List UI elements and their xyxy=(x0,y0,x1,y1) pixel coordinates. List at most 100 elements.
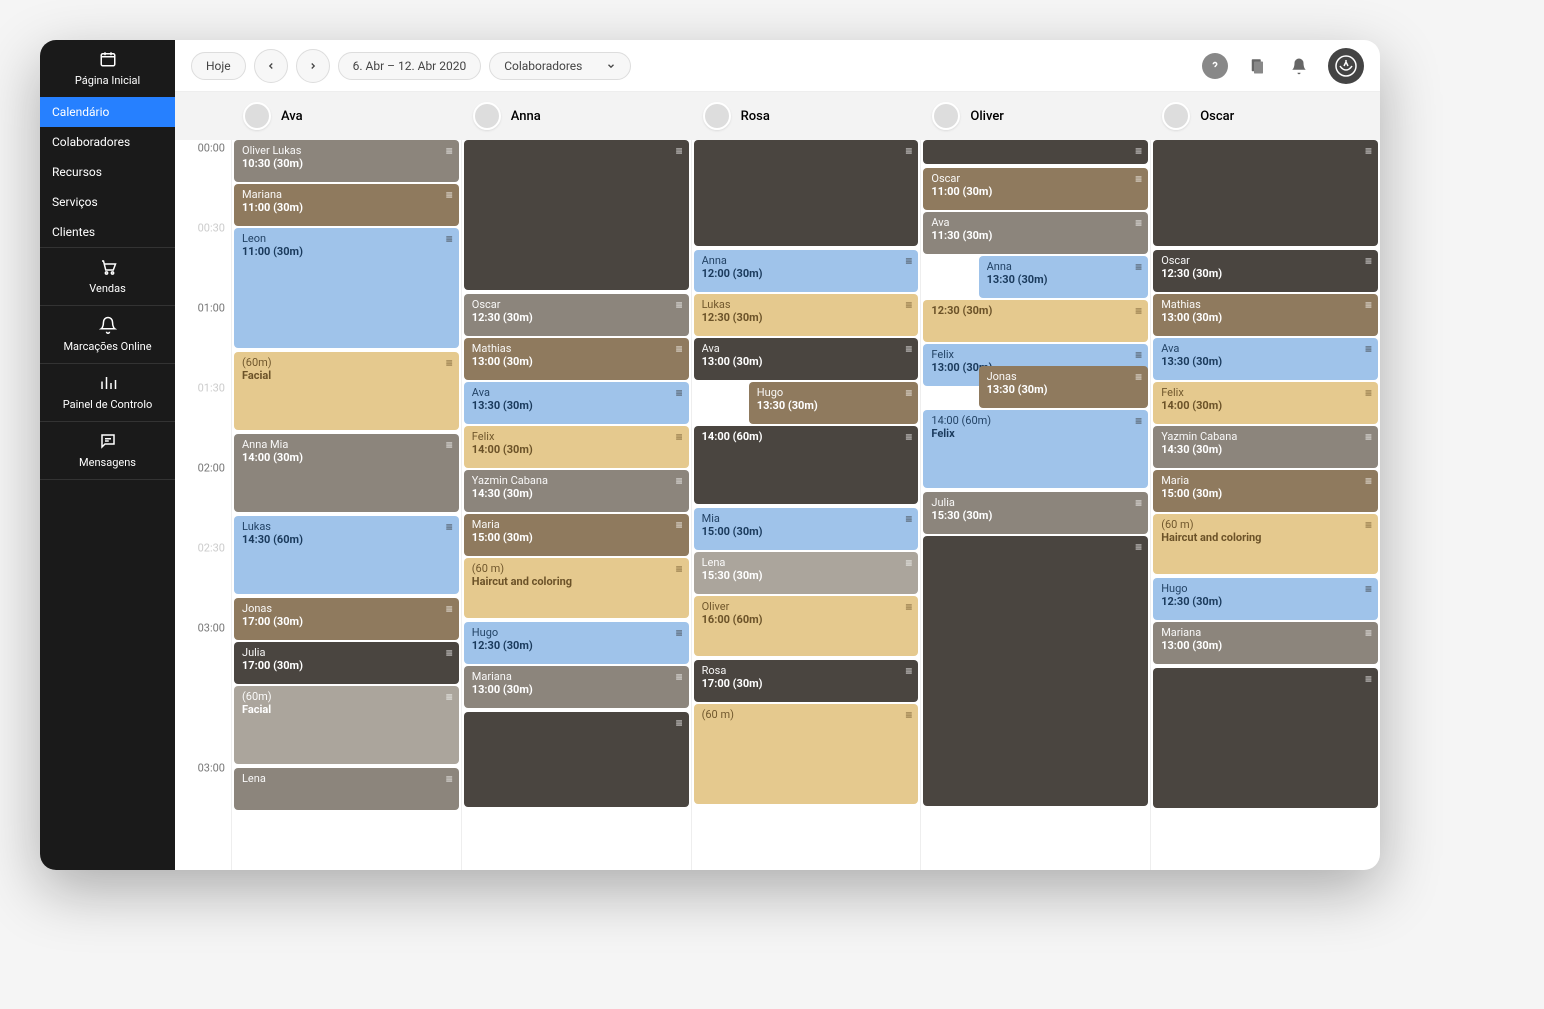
menu-icon[interactable]: ≡ xyxy=(446,232,453,246)
column-rosa[interactable]: ≡Anna12:00 (30m)≡Lukas12:30 (30m)≡Ava13:… xyxy=(691,140,921,870)
menu-icon[interactable]: ≡ xyxy=(1135,304,1142,318)
appointment[interactable]: Maria15:00 (30m)≡ xyxy=(464,514,689,556)
menu-icon[interactable]: ≡ xyxy=(1365,144,1372,158)
appointment[interactable]: Hugo13:30 (30m)≡ xyxy=(749,382,919,424)
appointment[interactable]: Leon11:00 (30m)≡ xyxy=(234,228,459,348)
menu-icon[interactable]: ≡ xyxy=(1365,626,1372,640)
menu-icon[interactable]: ≡ xyxy=(446,690,453,704)
appointment[interactable]: Oliver Lukas10:30 (30m)≡ xyxy=(234,140,459,182)
menu-icon[interactable]: ≡ xyxy=(905,512,912,526)
menu-icon[interactable]: ≡ xyxy=(676,144,683,158)
menu-icon[interactable]: ≡ xyxy=(905,556,912,570)
appointment[interactable]: (60 m)Haircut and coloring≡ xyxy=(464,558,689,618)
appointment[interactable]: ≡ xyxy=(1153,140,1378,246)
menu-icon[interactable]: ≡ xyxy=(1365,298,1372,312)
appointment[interactable]: ≡ xyxy=(923,536,1148,806)
menu-icon[interactable]: ≡ xyxy=(1365,474,1372,488)
view-select[interactable]: Colaboradores xyxy=(489,52,631,80)
menu-icon[interactable]: ≡ xyxy=(676,626,683,640)
menu-icon[interactable]: ≡ xyxy=(1135,540,1142,554)
appointment[interactable]: ≡ xyxy=(464,712,689,807)
menu-icon[interactable]: ≡ xyxy=(676,298,683,312)
sidebar-item-clients[interactable]: Clientes xyxy=(40,217,175,247)
menu-icon[interactable]: ≡ xyxy=(676,518,683,532)
menu-icon[interactable]: ≡ xyxy=(1135,260,1142,274)
appointment[interactable]: (60m)Facial≡ xyxy=(234,352,459,430)
appointment[interactable]: Lukas12:30 (30m)≡ xyxy=(694,294,919,336)
menu-icon[interactable]: ≡ xyxy=(1365,386,1372,400)
appointment[interactable]: Ava13:30 (30m)≡ xyxy=(464,382,689,424)
menu-icon[interactable]: ≡ xyxy=(676,342,683,356)
appointment[interactable]: Lena15:30 (30m)≡ xyxy=(694,552,919,594)
menu-icon[interactable]: ≡ xyxy=(1365,518,1372,532)
menu-icon[interactable]: ≡ xyxy=(1365,254,1372,268)
copy-icon[interactable] xyxy=(1244,53,1270,79)
appointment[interactable]: Felix14:00 (30m)≡ xyxy=(464,426,689,468)
appointment[interactable]: Ava11:30 (30m)≡ xyxy=(923,212,1148,254)
appointment[interactable]: Maria15:00 (30m)≡ xyxy=(1153,470,1378,512)
appointment[interactable]: 12:30 (30m)≡ xyxy=(923,300,1148,342)
appointment[interactable]: (60 m)Haircut and coloring≡ xyxy=(1153,514,1378,574)
sidebar-item-services[interactable]: Serviços xyxy=(40,187,175,217)
sidebar-item-collaborators[interactable]: Colaboradores xyxy=(40,127,175,157)
menu-icon[interactable]: ≡ xyxy=(905,430,912,444)
menu-icon[interactable]: ≡ xyxy=(446,188,453,202)
date-range-button[interactable]: 6. Abr – 12. Abr 2020 xyxy=(338,52,482,80)
prev-button[interactable] xyxy=(254,49,288,83)
column-oliver[interactable]: ≡Oscar11:00 (30m)≡Ava11:30 (30m)≡Anna13:… xyxy=(920,140,1150,870)
menu-icon[interactable]: ≡ xyxy=(676,386,683,400)
menu-icon[interactable]: ≡ xyxy=(905,298,912,312)
sidebar-item-dashboard[interactable]: Painel de Controlo xyxy=(40,364,175,421)
menu-icon[interactable]: ≡ xyxy=(676,716,683,730)
appointment[interactable]: ≡ xyxy=(1153,668,1378,808)
appointment[interactable]: Lukas14:30 (60m)≡ xyxy=(234,516,459,594)
appointment[interactable]: Anna12:00 (30m)≡ xyxy=(694,250,919,292)
appointment[interactable]: Mariana11:00 (30m)≡ xyxy=(234,184,459,226)
appointment[interactable]: (60m)Facial≡ xyxy=(234,686,459,764)
menu-icon[interactable]: ≡ xyxy=(1365,342,1372,356)
appointment[interactable]: Hugo12:30 (30m)≡ xyxy=(1153,578,1378,620)
appointment[interactable]: Ava13:30 (30m)≡ xyxy=(1153,338,1378,380)
menu-icon[interactable]: ≡ xyxy=(446,772,453,786)
help-button[interactable] xyxy=(1202,53,1228,79)
menu-icon[interactable]: ≡ xyxy=(446,602,453,616)
sidebar-item-resources[interactable]: Recursos xyxy=(40,157,175,187)
menu-icon[interactable]: ≡ xyxy=(905,708,912,722)
staff-col-head[interactable]: Ava xyxy=(231,92,461,140)
staff-col-head[interactable]: Anna xyxy=(461,92,691,140)
appointment[interactable]: Jonas13:30 (30m)≡ xyxy=(979,366,1149,408)
today-button[interactable]: Hoje xyxy=(191,52,246,80)
menu-icon[interactable]: ≡ xyxy=(905,664,912,678)
menu-icon[interactable]: ≡ xyxy=(1365,430,1372,444)
sidebar-item-sales[interactable]: Vendas xyxy=(40,248,175,305)
menu-icon[interactable]: ≡ xyxy=(1135,216,1142,230)
menu-icon[interactable]: ≡ xyxy=(905,342,912,356)
appointment[interactable]: Anna Mia14:00 (30m)≡ xyxy=(234,434,459,512)
appointment[interactable]: Mia15:00 (30m)≡ xyxy=(694,508,919,550)
menu-icon[interactable]: ≡ xyxy=(1365,582,1372,596)
notification-bell[interactable] xyxy=(1286,53,1312,79)
appointment[interactable]: ≡ xyxy=(923,140,1148,164)
appointment[interactable]: ≡ xyxy=(694,140,919,246)
menu-icon[interactable]: ≡ xyxy=(676,562,683,576)
appointment[interactable]: Yazmin Cabana14:30 (30m)≡ xyxy=(464,470,689,512)
appointment[interactable]: ≡ xyxy=(464,140,689,290)
column-oscar[interactable]: ≡Oscar12:30 (30m)≡Mathias13:00 (30m)≡Ava… xyxy=(1150,140,1380,870)
appointment[interactable]: 14:00 (60m)Felix≡ xyxy=(923,410,1148,488)
appointment[interactable]: Ava13:00 (30m)≡ xyxy=(694,338,919,380)
sidebar-item-messages[interactable]: Mensagens xyxy=(40,422,175,479)
menu-icon[interactable]: ≡ xyxy=(1135,496,1142,510)
column-anna[interactable]: ≡Oscar12:30 (30m)≡Mathias13:00 (30m)≡Ava… xyxy=(461,140,691,870)
column-ava[interactable]: Oliver Lukas10:30 (30m)≡Mariana11:00 (30… xyxy=(231,140,461,870)
menu-icon[interactable]: ≡ xyxy=(1135,370,1142,384)
menu-icon[interactable]: ≡ xyxy=(905,600,912,614)
menu-icon[interactable]: ≡ xyxy=(676,430,683,444)
sidebar-item-home[interactable]: Página Inicial xyxy=(40,40,175,97)
appointment[interactable]: Oscar11:00 (30m)≡ xyxy=(923,168,1148,210)
menu-icon[interactable]: ≡ xyxy=(1135,172,1142,186)
appointment[interactable]: Rosa17:00 (30m)≡ xyxy=(694,660,919,702)
menu-icon[interactable]: ≡ xyxy=(1135,144,1142,158)
menu-icon[interactable]: ≡ xyxy=(1135,348,1142,362)
appointment[interactable]: Julia15:30 (30m)≡ xyxy=(923,492,1148,534)
appointment[interactable]: Lena≡ xyxy=(234,768,459,810)
